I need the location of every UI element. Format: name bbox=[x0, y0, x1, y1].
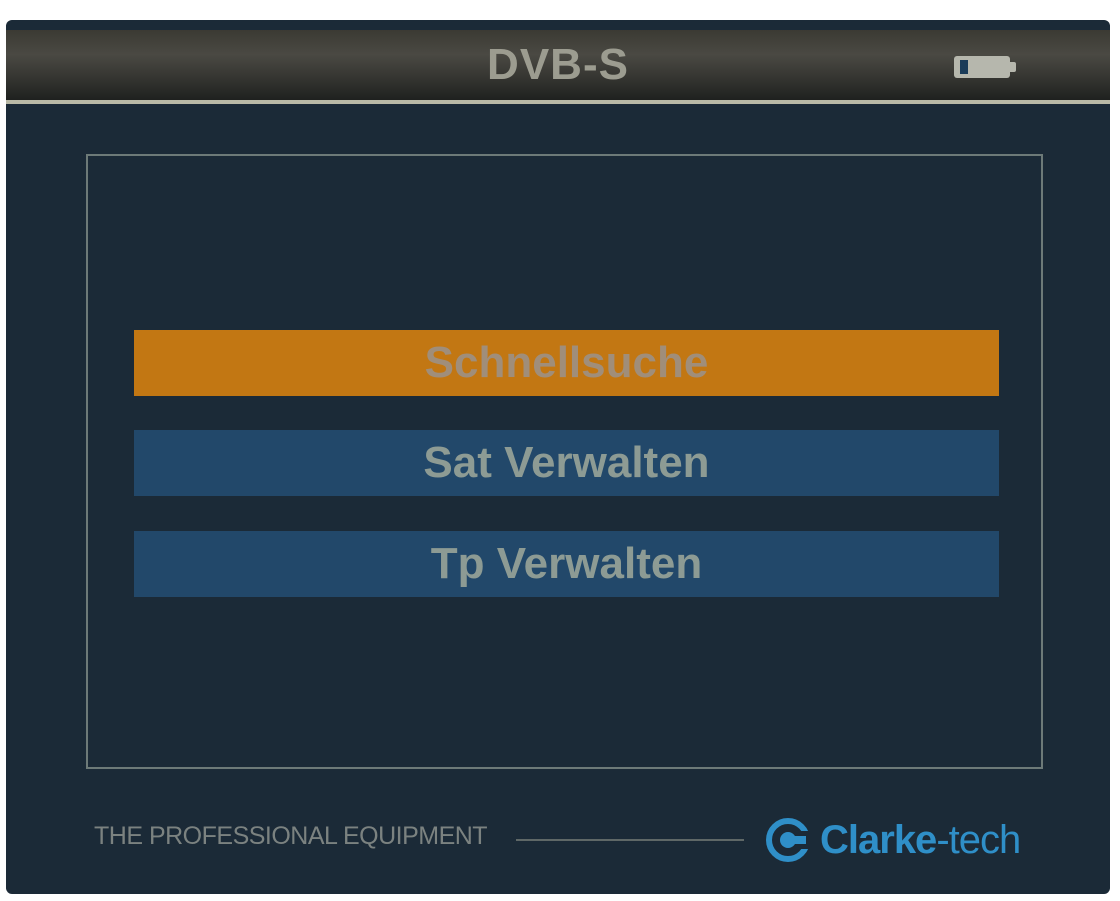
footer-tagline: THE PROFESSIONAL EQUIPMENT bbox=[94, 822, 488, 850]
footer-divider bbox=[516, 839, 744, 841]
page-title: DVB-S bbox=[487, 40, 629, 89]
clarke-tech-logo-icon bbox=[766, 818, 812, 862]
battery-icon bbox=[954, 56, 1016, 78]
menu-item-sat-verwalten[interactable]: Sat Verwalten bbox=[134, 430, 999, 496]
brand-suffix: -tech bbox=[936, 817, 1021, 862]
menu-item-tp-verwalten[interactable]: Tp Verwalten bbox=[134, 531, 999, 597]
battery-terminal bbox=[1010, 62, 1016, 72]
brand-name: Clarke bbox=[820, 817, 937, 862]
title-bar: DVB-S bbox=[6, 30, 1110, 100]
tv-screen: DVB-S Schnellsuche Sat Verwalten Tp Verw… bbox=[6, 20, 1110, 894]
menu-item-schnellsuche[interactable]: Schnellsuche bbox=[134, 330, 999, 396]
menu-frame: Schnellsuche Sat Verwalten Tp Verwalten bbox=[86, 154, 1043, 769]
brand-logo: Clarke -tech bbox=[766, 815, 1021, 865]
battery-level bbox=[960, 60, 968, 74]
title-divider bbox=[6, 100, 1110, 104]
